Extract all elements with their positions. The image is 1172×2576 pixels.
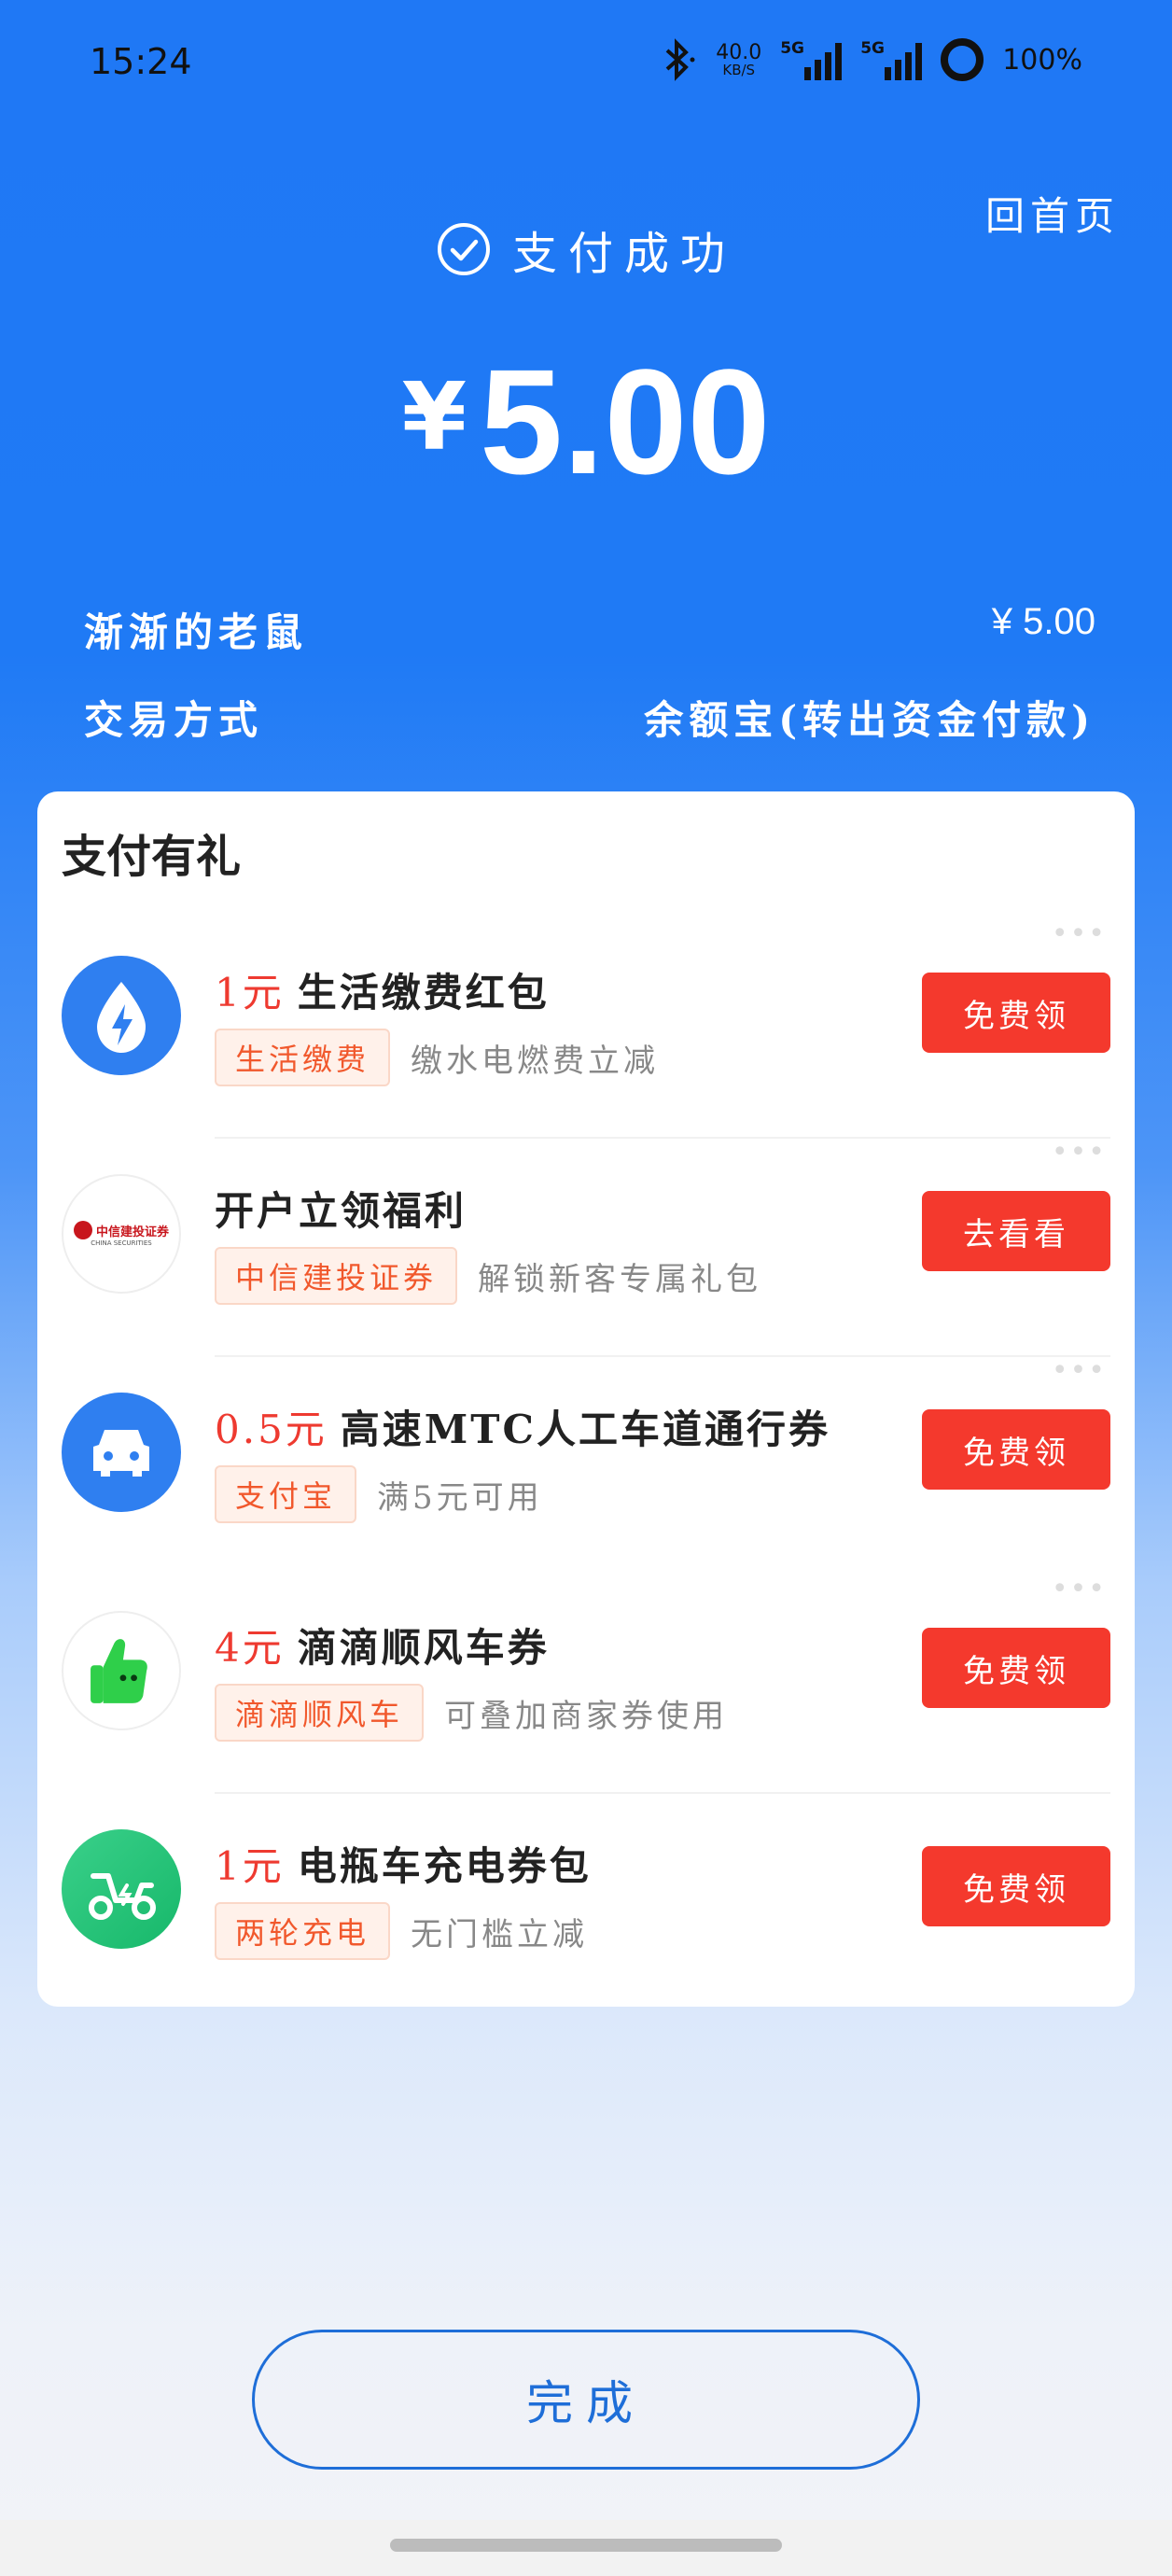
more-icon[interactable]: ••• <box>1052 1575 1107 1603</box>
offer-name: 滴滴顺风车券 <box>297 1625 550 1671</box>
battery-icon <box>941 38 984 81</box>
offer-item[interactable]: ••• 中信建投证券 CHINA SECURITIES 开户立领福利 中信建投证… <box>37 1139 1135 1357</box>
signal-icon: 5G <box>780 39 843 80</box>
offer-desc: 可叠加商家券使用 <box>444 1697 729 1735</box>
car-icon <box>62 1393 181 1512</box>
offer-tag: 生活缴费 <box>215 1029 391 1086</box>
claim-button[interactable]: 免费领 <box>922 1628 1110 1708</box>
offer-item[interactable]: ••• 0.5元 高速MTC人工车道通行券 支付宝 满5元可用 免费领 <box>37 1357 1135 1575</box>
network-speed: 40.0 KB/S <box>716 40 762 78</box>
claim-button[interactable]: 免费领 <box>922 1846 1110 1926</box>
offer-tag: 支付宝 <box>215 1465 357 1523</box>
offer-name: 生活缴费红包 <box>297 970 550 1015</box>
offer-name: 高速MTC人工车道通行券 <box>340 1407 830 1452</box>
offer-meta: 生活缴费 缴水电燃费立减 <box>215 1029 659 1086</box>
thumbs-up-icon <box>62 1611 181 1730</box>
amount-value: 5.00 <box>480 338 771 505</box>
network-speed-value: 40.0 <box>716 40 762 64</box>
offer-item[interactable]: ••• 1元 生活缴费红包 生活缴费 缴水电燃费立减 免费领 <box>37 920 1135 1139</box>
payee-amount: ¥ 5.00 <box>991 601 1095 642</box>
offer-item[interactable]: 1元 电瓶车充电券包 两轮充电 无门槛立减 免费领 <box>37 1794 1135 2012</box>
status-bar: 15:24 40.0 KB/S 5G 5G 100% <box>0 0 1172 131</box>
offer-meta: 中信建投证券 解锁新客专属礼包 <box>215 1247 761 1305</box>
offer-name: 电瓶车充电券包 <box>297 1843 592 1889</box>
offer-title: 0.5元 高速MTC人工车道通行券 <box>215 1398 830 1455</box>
claim-button[interactable]: 免费领 <box>922 1409 1110 1490</box>
offer-title: 开户立领福利 <box>215 1180 467 1237</box>
status-time: 15:24 <box>90 41 192 82</box>
payment-method-value: 余额宝(转出资金付款) <box>644 697 1095 743</box>
payment-amount: ¥5.00 <box>0 336 1172 508</box>
offer-meta: 两轮充电 无门槛立减 <box>215 1902 588 1960</box>
rewards-card: 支付有礼 ••• 1元 生活缴费红包 生活缴费 缴水电燃费立减 免费领 ••• 中… <box>37 791 1135 2007</box>
bluetooth-icon <box>665 38 695 81</box>
view-button[interactable]: 去看看 <box>922 1191 1110 1271</box>
offer-title: 4元 滴滴顺风车券 <box>215 1617 550 1673</box>
offer-value: 0.5元 <box>215 1407 328 1452</box>
offer-desc: 无门槛立减 <box>411 1915 589 1953</box>
payment-method-label: 交易方式 <box>84 697 264 743</box>
payment-method-row: 交易方式 余额宝(转出资金付款) <box>84 689 1095 746</box>
payee-row: 渐渐的老鼠 ¥ 5.00 <box>84 601 1095 658</box>
offer-desc: 解锁新客专属礼包 <box>478 1260 762 1298</box>
status-icons: 40.0 KB/S 5G 5G 100% <box>660 37 1082 82</box>
logo-subtext: CHINA SECURITIES <box>91 1239 152 1247</box>
logo-text: 中信建投证券 <box>95 1225 169 1239</box>
offer-desc: 满5元可用 <box>377 1478 543 1517</box>
offer-tag: 中信建投证券 <box>215 1247 458 1305</box>
offer-tag: 滴滴顺风车 <box>215 1684 425 1742</box>
offer-meta: 支付宝 满5元可用 <box>215 1465 543 1523</box>
payee-name: 渐渐的老鼠 <box>84 609 309 655</box>
network-speed-unit: KB/S <box>722 61 756 78</box>
scooter-icon <box>62 1829 181 1949</box>
offer-title: 1元 电瓶车充电券包 <box>215 1835 592 1892</box>
currency-symbol: ¥ <box>401 362 467 471</box>
payment-status: 支付成功 <box>0 217 1172 282</box>
offer-value: 4元 <box>215 1625 285 1671</box>
offer-item[interactable]: ••• 4元 滴滴顺风车券 滴滴顺风车 可叠加商家券使用 免费领 <box>37 1575 1135 1794</box>
offer-name: 开户立领福利 <box>215 1188 467 1234</box>
china-securities-logo: 中信建投证券 CHINA SECURITIES <box>62 1174 181 1294</box>
offer-value: 1元 <box>215 970 285 1015</box>
status-text: 支付成功 <box>511 228 736 280</box>
offer-desc: 缴水电燃费立减 <box>411 1042 660 1080</box>
more-icon[interactable]: ••• <box>1052 1139 1107 1167</box>
battery-level: 100% <box>1002 43 1082 77</box>
offer-meta: 滴滴顺风车 可叠加商家券使用 <box>215 1684 728 1742</box>
more-icon[interactable]: ••• <box>1052 1357 1107 1385</box>
home-indicator[interactable] <box>390 2539 782 2552</box>
signal-label: 5G <box>860 39 886 58</box>
done-button[interactable]: 完成 <box>252 2330 920 2470</box>
offer-tag: 两轮充电 <box>215 1902 391 1960</box>
lightning-icon <box>62 956 181 1075</box>
signal-icon: 5G <box>860 39 923 80</box>
signal-label: 5G <box>780 39 805 58</box>
offer-title: 1元 生活缴费红包 <box>215 961 550 1018</box>
more-icon[interactable]: ••• <box>1052 920 1107 948</box>
offer-value: 1元 <box>215 1843 285 1889</box>
check-circle-icon <box>437 223 490 275</box>
claim-button[interactable]: 免费领 <box>922 973 1110 1053</box>
rewards-title: 支付有礼 <box>62 833 242 882</box>
